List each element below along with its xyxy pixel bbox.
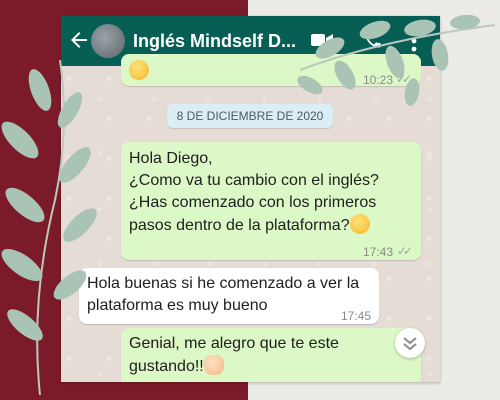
message-line: Genial, me alegro que te este	[129, 335, 339, 352]
message-line: Hola Diego,	[129, 150, 213, 167]
phone-call-icon[interactable]	[363, 30, 383, 50]
message-time: 17:45	[341, 309, 372, 323]
date-divider: 8 DE DICIEMBRE DE 2020	[167, 104, 333, 128]
double-check-icon: ✓✓	[397, 244, 413, 258]
message-line: Hola buenas si he comenzado a ver la	[87, 275, 360, 292]
message-line: plataforma es muy bueno	[87, 297, 268, 314]
message-bubble-outgoing[interactable]: Hola Diego, ¿Como va tu cambio con el in…	[121, 142, 421, 260]
message-bubble-incoming[interactable]: Hola buenas si he comenzado a ver la pla…	[79, 268, 379, 324]
smiling-face-emoji-icon	[349, 214, 370, 234]
avatar[interactable]	[91, 24, 125, 58]
scroll-down-button[interactable]	[395, 328, 425, 358]
message-line: ¿Has comenzado con los primeros	[129, 194, 377, 211]
message-time: 10:23	[363, 73, 394, 87]
scroll-down-icon	[403, 337, 417, 351]
emoji-icon	[129, 60, 149, 80]
chat-screen: Inglés Mindself D... 10:23 ✓✓ 8 DE DICIE…	[61, 16, 440, 382]
clapping-hands-emoji-icon	[203, 355, 224, 375]
double-check-icon: ✓✓	[396, 72, 412, 86]
message-line-text: pasos dentro de la plataforma?	[129, 217, 350, 234]
chat-title[interactable]: Inglés Mindself D...	[133, 31, 296, 52]
message-line-text: gustando!!	[129, 358, 204, 375]
message-bubble-outgoing[interactable]: Genial, me alegro que te este gustando!!	[121, 328, 421, 382]
more-options-icon[interactable]	[411, 30, 417, 52]
message-line: gustando!!	[129, 355, 389, 378]
back-arrow-icon[interactable]	[67, 28, 91, 52]
previous-message-bubble[interactable]: 10:23 ✓✓	[121, 54, 421, 87]
message-line: ¿Como va tu cambio con el inglés?	[129, 172, 379, 189]
message-time: 17:43	[363, 245, 394, 259]
video-call-icon[interactable]	[311, 32, 333, 48]
message-line: pasos dentro de la plataforma?	[129, 214, 419, 237]
